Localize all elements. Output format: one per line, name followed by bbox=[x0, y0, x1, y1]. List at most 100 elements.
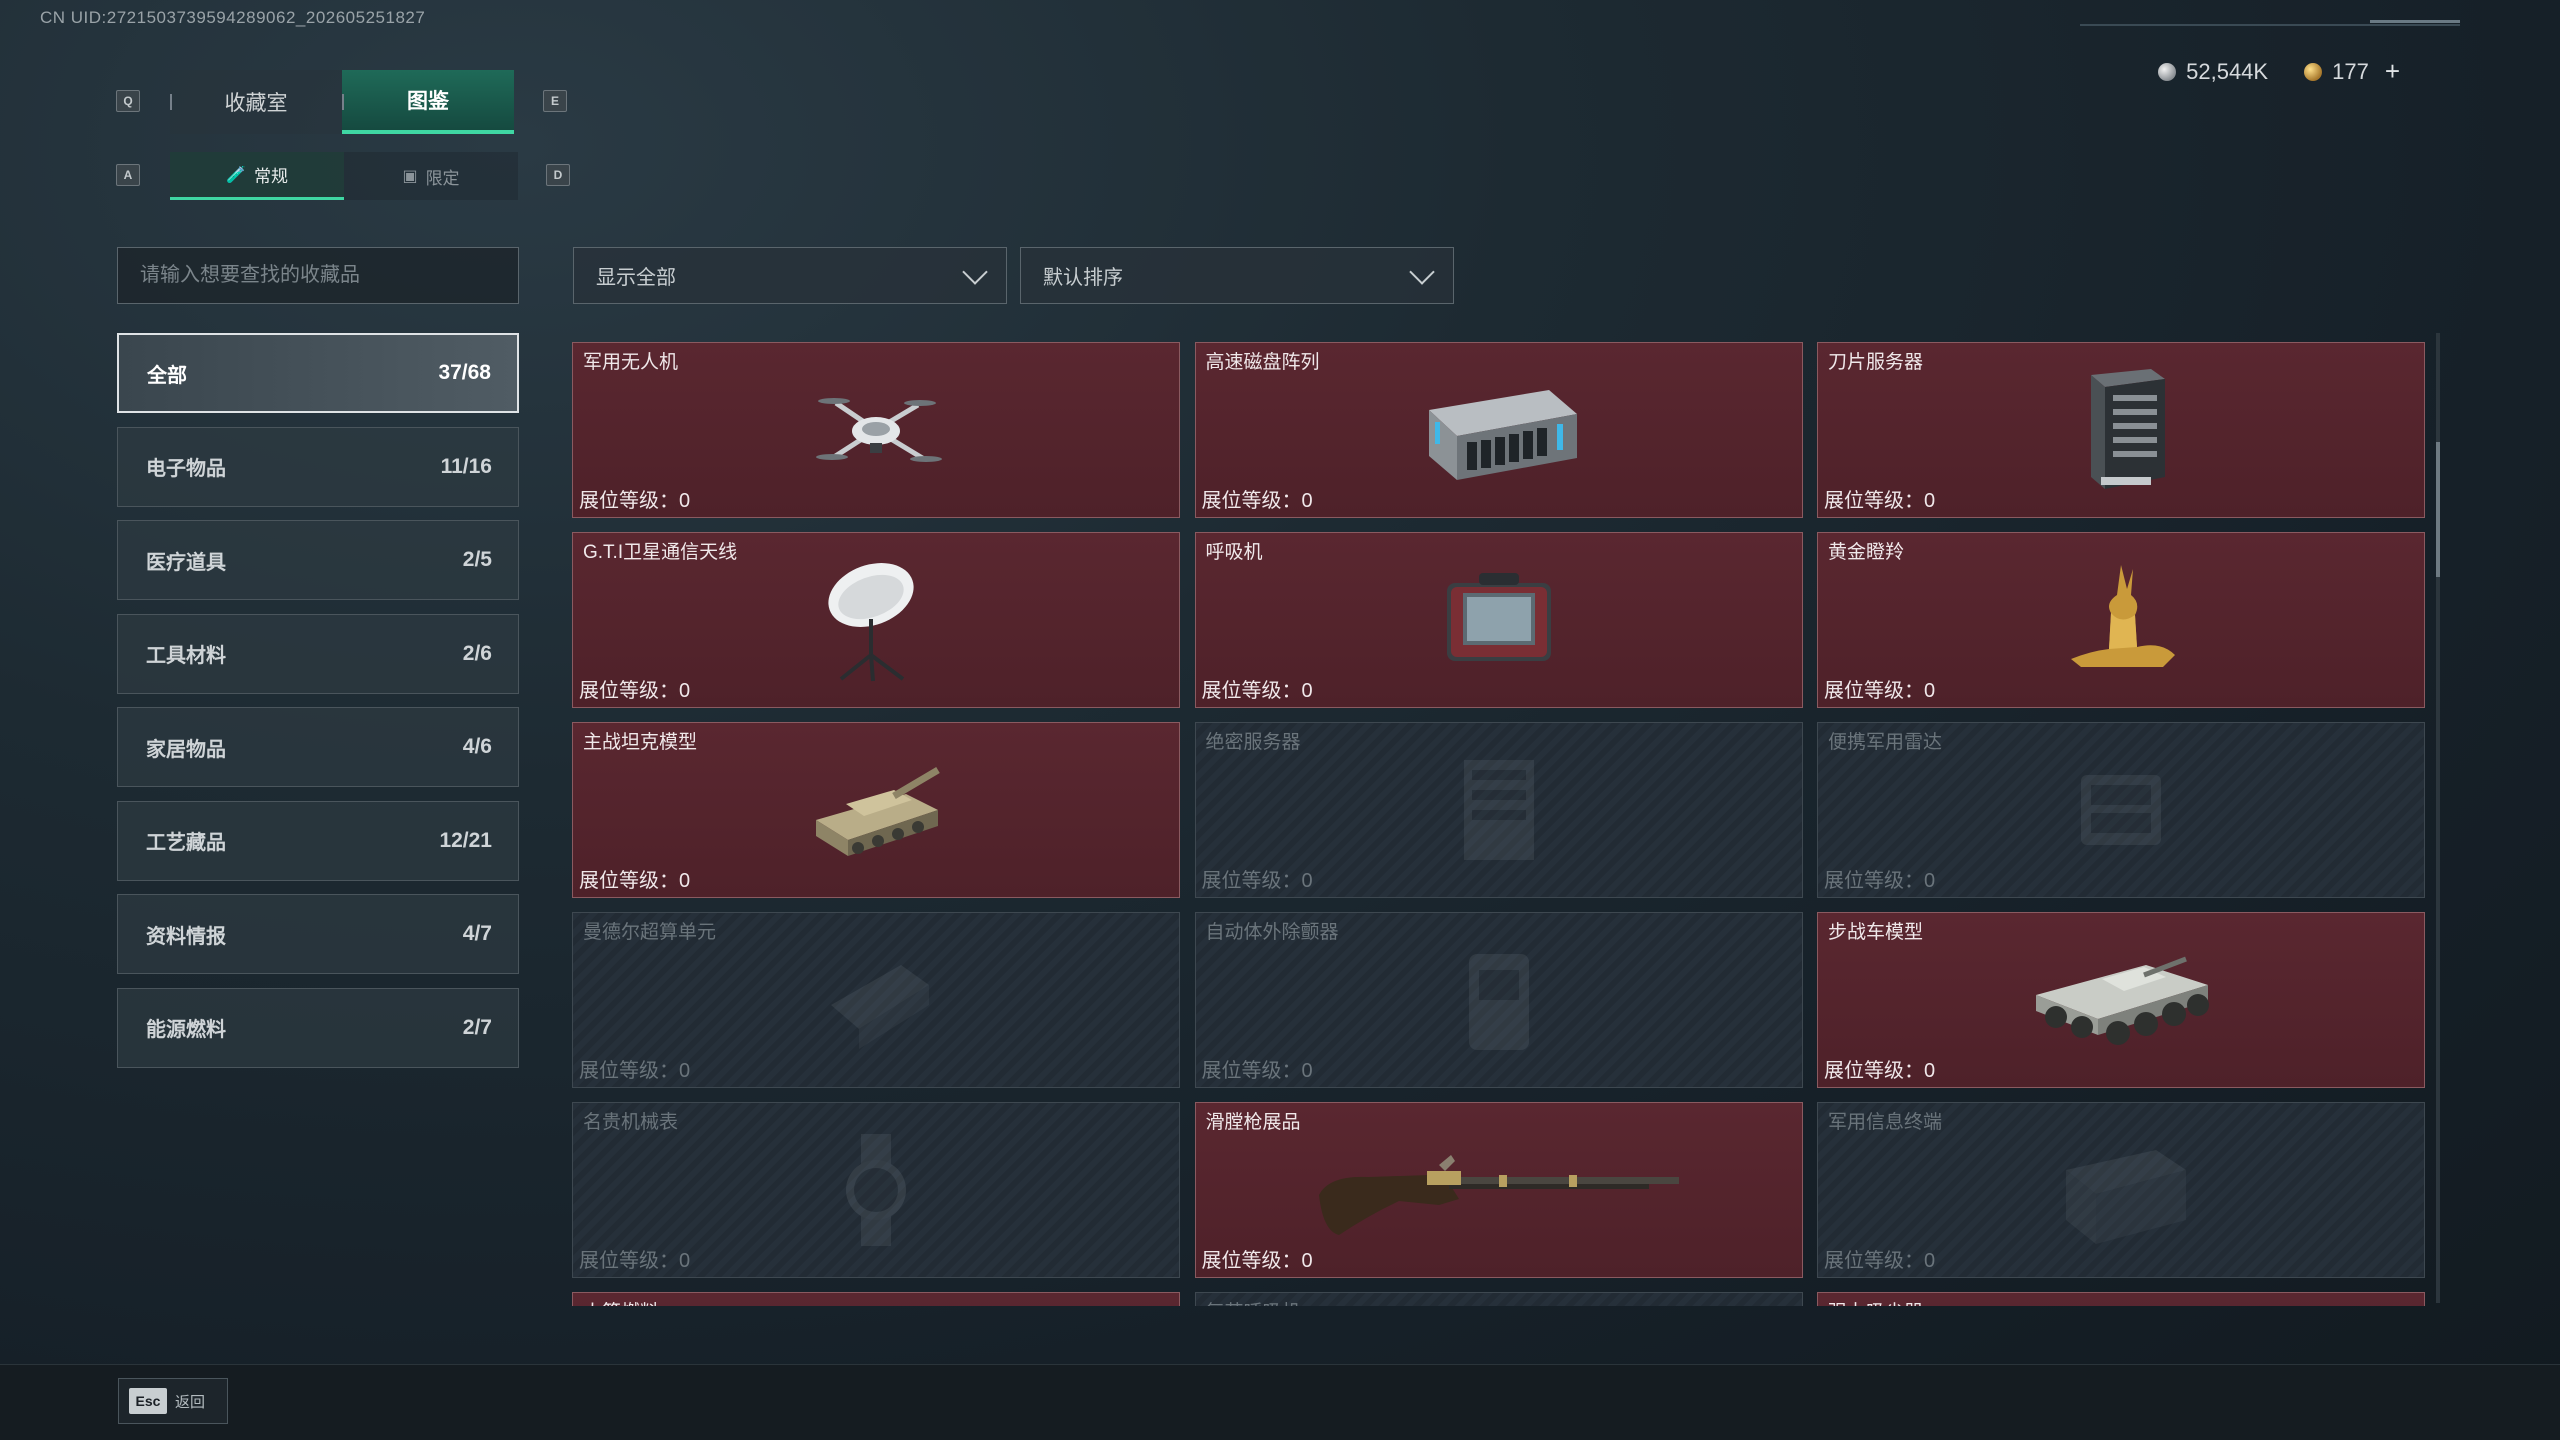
collection-card[interactable]: 便携军用雷达 展位等级：0 bbox=[1817, 722, 2425, 898]
collection-card[interactable]: 高速磁盘阵列 展位等级：0 bbox=[1194, 342, 1803, 518]
collection-card[interactable]: G.T.I卫星通信天线 展位等级：0 bbox=[572, 532, 1180, 708]
item-name: 名贵机械表 bbox=[583, 1112, 679, 1133]
currency-bar: 52,544K 177 + bbox=[2158, 56, 2400, 87]
item-name: 高速磁盘阵列 bbox=[1205, 352, 1320, 373]
silver-amount: 52,544K bbox=[2186, 58, 2269, 84]
chevron-down-icon bbox=[1409, 258, 1435, 285]
collection-card[interactable]: 复苏呼吸机 bbox=[1194, 1292, 1803, 1306]
subtab-regular[interactable]: 🧪 常规 bbox=[170, 152, 344, 200]
category-label: 全部 bbox=[147, 364, 187, 387]
collection-card[interactable]: 主战坦克模型 展位等级：0 bbox=[572, 722, 1180, 898]
sub-tab-bar: 🧪 常规 ▣ 限定 bbox=[170, 152, 518, 200]
item-name: 绝密服务器 bbox=[1205, 732, 1301, 753]
display-level: 展位等级：0 bbox=[1201, 490, 1313, 512]
esc-key-icon: Esc bbox=[129, 1388, 167, 1414]
search-input[interactable] bbox=[117, 247, 519, 304]
add-currency-button[interactable]: + bbox=[2385, 56, 2400, 87]
image-icon: ▣ bbox=[402, 168, 418, 185]
back-label: 返回 bbox=[175, 1393, 206, 1411]
category-household[interactable]: 家居物品 4/6 bbox=[117, 707, 519, 787]
chevron-down-icon bbox=[962, 258, 988, 285]
collection-card[interactable]: 强力吸尘器 bbox=[1817, 1292, 2425, 1306]
item-name: 呼吸机 bbox=[1205, 542, 1263, 563]
category-count: 37/68 bbox=[438, 361, 491, 384]
back-button[interactable]: Esc 返回 bbox=[118, 1378, 228, 1424]
collection-card[interactable]: 军用无人机 展位等级：0 bbox=[572, 342, 1180, 518]
collection-grid: 军用无人机 展位等级：0 高速磁盘阵列 展位等级：0 刀片服务器 展位等级：0 … bbox=[572, 342, 2426, 1306]
item-name: 曼德尔超算单元 bbox=[583, 922, 717, 943]
collection-card[interactable]: 军用信息终端 展位等级：0 bbox=[1817, 1102, 2425, 1278]
sort-dropdown[interactable]: 默认排序 bbox=[1020, 247, 1454, 304]
category-fuel[interactable]: 能源燃料 2/7 bbox=[117, 987, 519, 1068]
tab-label: 收藏室 bbox=[224, 92, 288, 115]
tab-label: 图鉴 bbox=[407, 90, 449, 113]
category-electronics[interactable]: 电子物品 11/16 bbox=[117, 426, 519, 507]
display-level: 展位等级：0 bbox=[579, 1060, 691, 1082]
category-label: 工艺藏品 bbox=[146, 832, 226, 854]
category-count: 2/5 bbox=[462, 548, 492, 571]
item-name: 便携军用雷达 bbox=[1828, 732, 1943, 753]
category-count: 4/7 bbox=[462, 922, 492, 945]
key-hint-d: D bbox=[546, 164, 570, 186]
display-level: 展位等级：0 bbox=[1201, 680, 1313, 702]
collection-card[interactable]: 黄金瞪羚 展位等级：0 bbox=[1817, 532, 2425, 708]
defibrillator-icon bbox=[1468, 954, 1529, 1050]
category-all[interactable]: 全部 37/68 bbox=[117, 333, 519, 413]
subtab-limited[interactable]: ▣ 限定 bbox=[344, 152, 518, 200]
supercomputer-icon bbox=[831, 965, 929, 1049]
display-level: 展位等级：0 bbox=[1824, 490, 1936, 512]
display-level: 展位等级：0 bbox=[579, 870, 691, 892]
filter-dropdown[interactable]: 显示全部 bbox=[573, 247, 1007, 304]
item-name: 黄金瞪羚 bbox=[1828, 542, 1905, 563]
category-crafts[interactable]: 工艺藏品 12/21 bbox=[117, 800, 519, 881]
sort-value: 默认排序 bbox=[1043, 267, 1123, 289]
category-label: 家居物品 bbox=[146, 738, 226, 761]
item-name: 复苏呼吸机 bbox=[1206, 1297, 1301, 1306]
footer-bar bbox=[0, 1364, 2560, 1440]
tank-model-icon bbox=[816, 766, 940, 856]
category-count: 2/7 bbox=[462, 1015, 492, 1039]
item-name: 军用无人机 bbox=[583, 352, 679, 373]
collection-card[interactable]: 曼德尔超算单元 展位等级：0 bbox=[572, 912, 1180, 1088]
collection-card[interactable]: 名贵机械表 展位等级：0 bbox=[572, 1102, 1180, 1278]
display-level: 展位等级：0 bbox=[1201, 870, 1313, 892]
category-tools[interactable]: 工具材料 2/6 bbox=[117, 613, 519, 694]
category-intel[interactable]: 资料情报 4/7 bbox=[117, 894, 519, 974]
category-medical[interactable]: 医疗道具 2/5 bbox=[117, 520, 519, 600]
category-label: 工具材料 bbox=[146, 645, 226, 667]
item-name: 主战坦克模型 bbox=[583, 732, 698, 753]
filter-value: 显示全部 bbox=[596, 267, 676, 289]
collection-card[interactable]: 滑膛枪展品 展位等级：0 bbox=[1194, 1102, 1803, 1278]
display-level: 展位等级：0 bbox=[1201, 1250, 1313, 1272]
tab-separator bbox=[170, 94, 172, 110]
tab-collection-room[interactable]: 收藏室 bbox=[170, 70, 342, 134]
ifv-model-icon bbox=[2036, 956, 2209, 1045]
scrollbar-thumb[interactable] bbox=[2436, 442, 2440, 577]
tab-catalog[interactable]: 图鉴 bbox=[342, 70, 514, 134]
collection-card[interactable]: 刀片服务器 展位等级：0 bbox=[1817, 342, 2425, 518]
collection-card[interactable]: 步战车模型 展位等级：0 bbox=[1817, 912, 2425, 1088]
item-name: 强力吸尘器 bbox=[1828, 1297, 1923, 1306]
terminal-icon bbox=[2066, 1150, 2186, 1244]
collection-card[interactable]: 呼吸机 展位等级：0 bbox=[1194, 532, 1803, 708]
gold-amount: 177 bbox=[2332, 58, 2369, 84]
key-hint-e: E bbox=[543, 90, 567, 112]
item-name: 步战车模型 bbox=[1828, 922, 1924, 943]
subtab-label: 常规 bbox=[253, 167, 288, 186]
display-level: 展位等级：0 bbox=[579, 680, 691, 702]
category-label: 电子物品 bbox=[146, 458, 226, 480]
gold-currency: 177 + bbox=[2304, 56, 2400, 87]
item-name: 滑膛枪展品 bbox=[1205, 1112, 1301, 1133]
watch-icon bbox=[846, 1134, 906, 1246]
collection-card[interactable]: 火箭燃料 bbox=[572, 1292, 1180, 1306]
top-divider bbox=[2080, 24, 2460, 26]
display-level: 展位等级：0 bbox=[579, 1250, 691, 1272]
item-name: 军用信息终端 bbox=[1828, 1112, 1943, 1133]
collection-card[interactable]: 自动体外除颤器 展位等级：0 bbox=[1194, 912, 1803, 1088]
display-level: 展位等级：0 bbox=[579, 490, 691, 512]
subtab-label: 限定 bbox=[425, 168, 460, 188]
uid-label: CN UID:2721503739594289062_202605251827 bbox=[40, 8, 426, 27]
gold-gazelle-icon bbox=[2071, 565, 2175, 667]
main-tab-bar: 收藏室 图鉴 bbox=[170, 70, 514, 134]
collection-card[interactable]: 绝密服务器 展位等级：0 bbox=[1194, 722, 1803, 898]
